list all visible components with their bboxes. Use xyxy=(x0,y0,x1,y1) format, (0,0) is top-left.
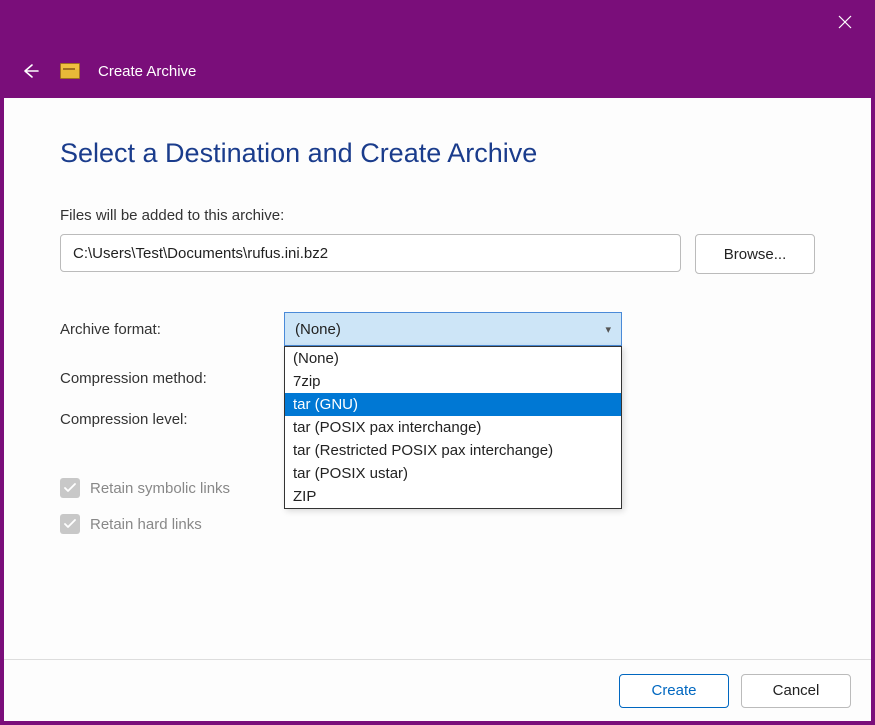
create-button[interactable]: Create xyxy=(619,674,729,708)
archive-format-label: Archive format: xyxy=(60,321,284,338)
check-icon xyxy=(64,483,76,493)
archive-format-row: Archive format: (None) ▾ xyxy=(60,312,815,346)
dropdown-option[interactable]: tar (Restricted POSIX pax interchange) xyxy=(285,439,621,462)
footer: Create Cancel xyxy=(4,659,871,721)
dropdown-option[interactable]: tar (POSIX ustar) xyxy=(285,462,621,485)
back-button[interactable] xyxy=(18,59,42,83)
page-title: Select a Destination and Create Archive xyxy=(60,138,815,169)
cancel-button[interactable]: Cancel xyxy=(741,674,851,708)
archive-format-combo[interactable]: (None) ▾ xyxy=(284,312,622,346)
close-button[interactable] xyxy=(829,6,861,38)
destination-path-input[interactable] xyxy=(60,234,681,272)
archive-format-selected: (None) xyxy=(295,321,341,338)
dropdown-option[interactable]: 7zip xyxy=(285,370,621,393)
files-label: Files will be added to this archive: xyxy=(60,207,815,224)
arrow-left-icon xyxy=(20,61,40,81)
header: Create Archive xyxy=(0,44,875,98)
archive-app-icon xyxy=(60,63,80,79)
compression-method-label: Compression method: xyxy=(60,370,284,387)
archive-format-dropdown: (None)7ziptar (GNU)tar (POSIX pax interc… xyxy=(284,346,622,509)
form-rows: Archive format: (None) ▾ (None)7ziptar (… xyxy=(60,312,815,428)
check-icon xyxy=(64,519,76,529)
close-icon xyxy=(838,15,852,29)
dropdown-option[interactable]: tar (POSIX pax interchange) xyxy=(285,416,621,439)
retain-hard-checkbox[interactable] xyxy=(60,514,80,534)
retain-hard-row: Retain hard links xyxy=(60,514,815,534)
dropdown-option[interactable]: ZIP xyxy=(285,485,621,508)
compression-level-label: Compression level: xyxy=(60,411,284,428)
content-area: Select a Destination and Create Archive … xyxy=(4,98,871,721)
retain-symbolic-label: Retain symbolic links xyxy=(90,480,230,497)
browse-button[interactable]: Browse... xyxy=(695,234,815,274)
retain-symbolic-checkbox[interactable] xyxy=(60,478,80,498)
chevron-down-icon: ▾ xyxy=(605,323,611,336)
retain-hard-label: Retain hard links xyxy=(90,516,202,533)
header-title: Create Archive xyxy=(98,63,196,80)
dropdown-option[interactable]: tar (GNU) xyxy=(285,393,621,416)
titlebar xyxy=(0,0,875,44)
path-row: Browse... xyxy=(60,234,815,274)
dropdown-option[interactable]: (None) xyxy=(285,347,621,370)
